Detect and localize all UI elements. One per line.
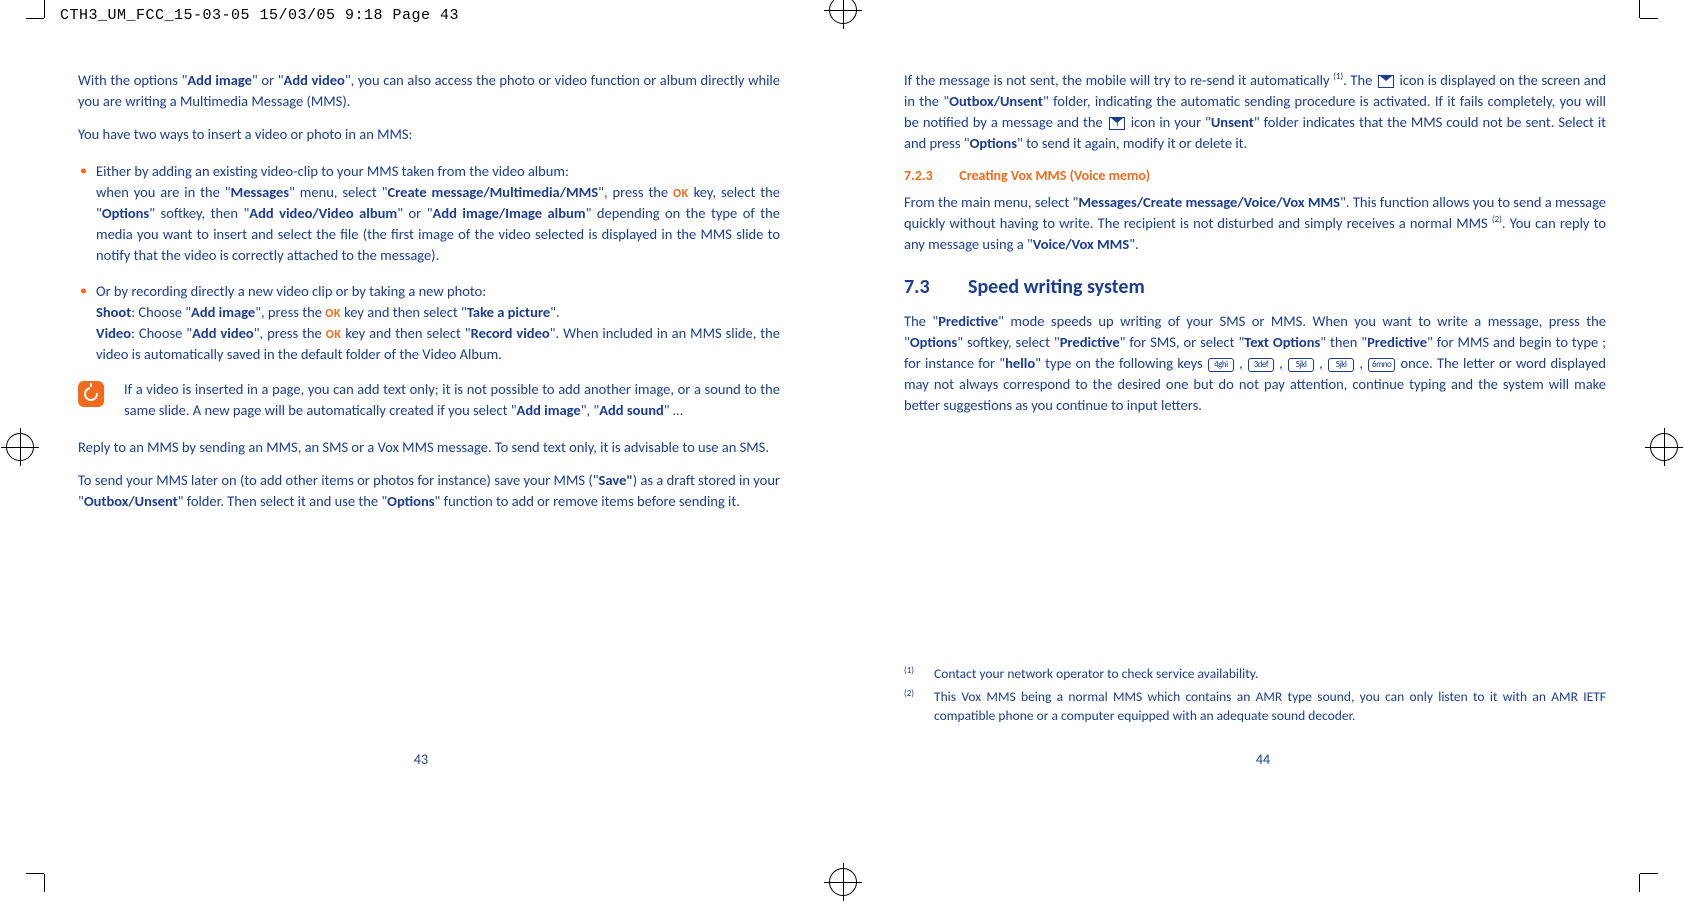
section-7-2-3-heading: 7.2.3 Creating Vox MMS (Voice memo) [904,166,1606,184]
crop-mark [1640,873,1658,874]
ok-key-icon: OK [673,187,689,201]
ok-key-icon: OK [326,328,342,342]
para-reply: Reply to an MMS by sending an MMS, an SM… [78,437,780,458]
page-spread: With the options "Add image" or "Add vid… [0,70,1684,860]
para-intro-2: You have two ways to insert a video or p… [78,124,780,145]
mail-resend-icon [1378,75,1394,88]
footnotes: (1) Contact your network operator to che… [904,665,1606,730]
footnote-2: (2) This Vox MMS being a normal MMS whic… [904,688,1606,726]
section-7-3-heading: 7.3Speed writing system [904,275,1606,299]
footnote-1: (1) Contact your network operator to che… [904,665,1606,684]
keycap-6: 6mno [1368,358,1395,372]
registration-mark [829,0,857,24]
page-right: If the message is not sent, the mobile w… [842,70,1684,860]
footnote-text: Contact your network operator to check s… [934,665,1606,684]
list-item-existing: Either by adding an existing video-clip … [78,161,780,266]
print-header: CTH3_UM_FCC_15-03-05 15/03/05 9:18 Page … [60,7,459,24]
para-predictive: The "Predictive" mode speeds up writing … [904,311,1606,416]
crop-mark [1639,874,1640,892]
tip-text: If a video is inserted in a page, you ca… [124,379,780,421]
footnote-marker: (2) [904,688,934,726]
tip-box: If a video is inserted in a page, you ca… [78,379,780,421]
page-left: With the options "Add image" or "Add vid… [0,70,842,860]
keycap-3: 3def [1248,358,1274,372]
crop-mark [44,0,45,18]
para-intro-1: With the options "Add image" or "Add vid… [78,70,780,112]
list-item-record: Or by recording directly a new video cli… [78,281,780,366]
section-title: Creating Vox MMS (Voice memo) [959,167,1150,184]
page-number: 44 [842,751,1684,768]
footnote-text: This Vox MMS being a normal MMS which co… [934,688,1606,726]
tip-icon [78,381,104,407]
keycap-5: 5jkl [1328,358,1354,372]
keycap-4: 4ghi [1208,358,1234,372]
ok-key-icon: OK [325,307,341,321]
footnote-ref-1: (1) [1333,71,1343,82]
footnote-ref-2: (2) [1492,214,1502,225]
crop-mark [1639,0,1640,18]
footnote-marker: (1) [904,665,934,684]
para-save-draft: To send your MMS later on (to add other … [78,470,780,512]
section-title: Speed writing system [968,275,1145,299]
crop-mark [26,18,44,19]
para-vox-mms: From the main menu, select "Messages/Cre… [904,192,1606,255]
keycap-5: 5jkl [1288,358,1314,372]
crop-mark [1640,18,1658,19]
section-number: 7.2.3 [904,167,956,184]
insert-methods-list: Either by adding an existing video-clip … [78,161,780,365]
page-number: 43 [0,751,842,768]
section-number: 7.3 [904,275,968,299]
crop-mark [26,873,44,874]
crop-mark [44,874,45,892]
mail-failed-icon [1109,117,1125,130]
para-resend: If the message is not sent, the mobile w… [904,70,1606,154]
